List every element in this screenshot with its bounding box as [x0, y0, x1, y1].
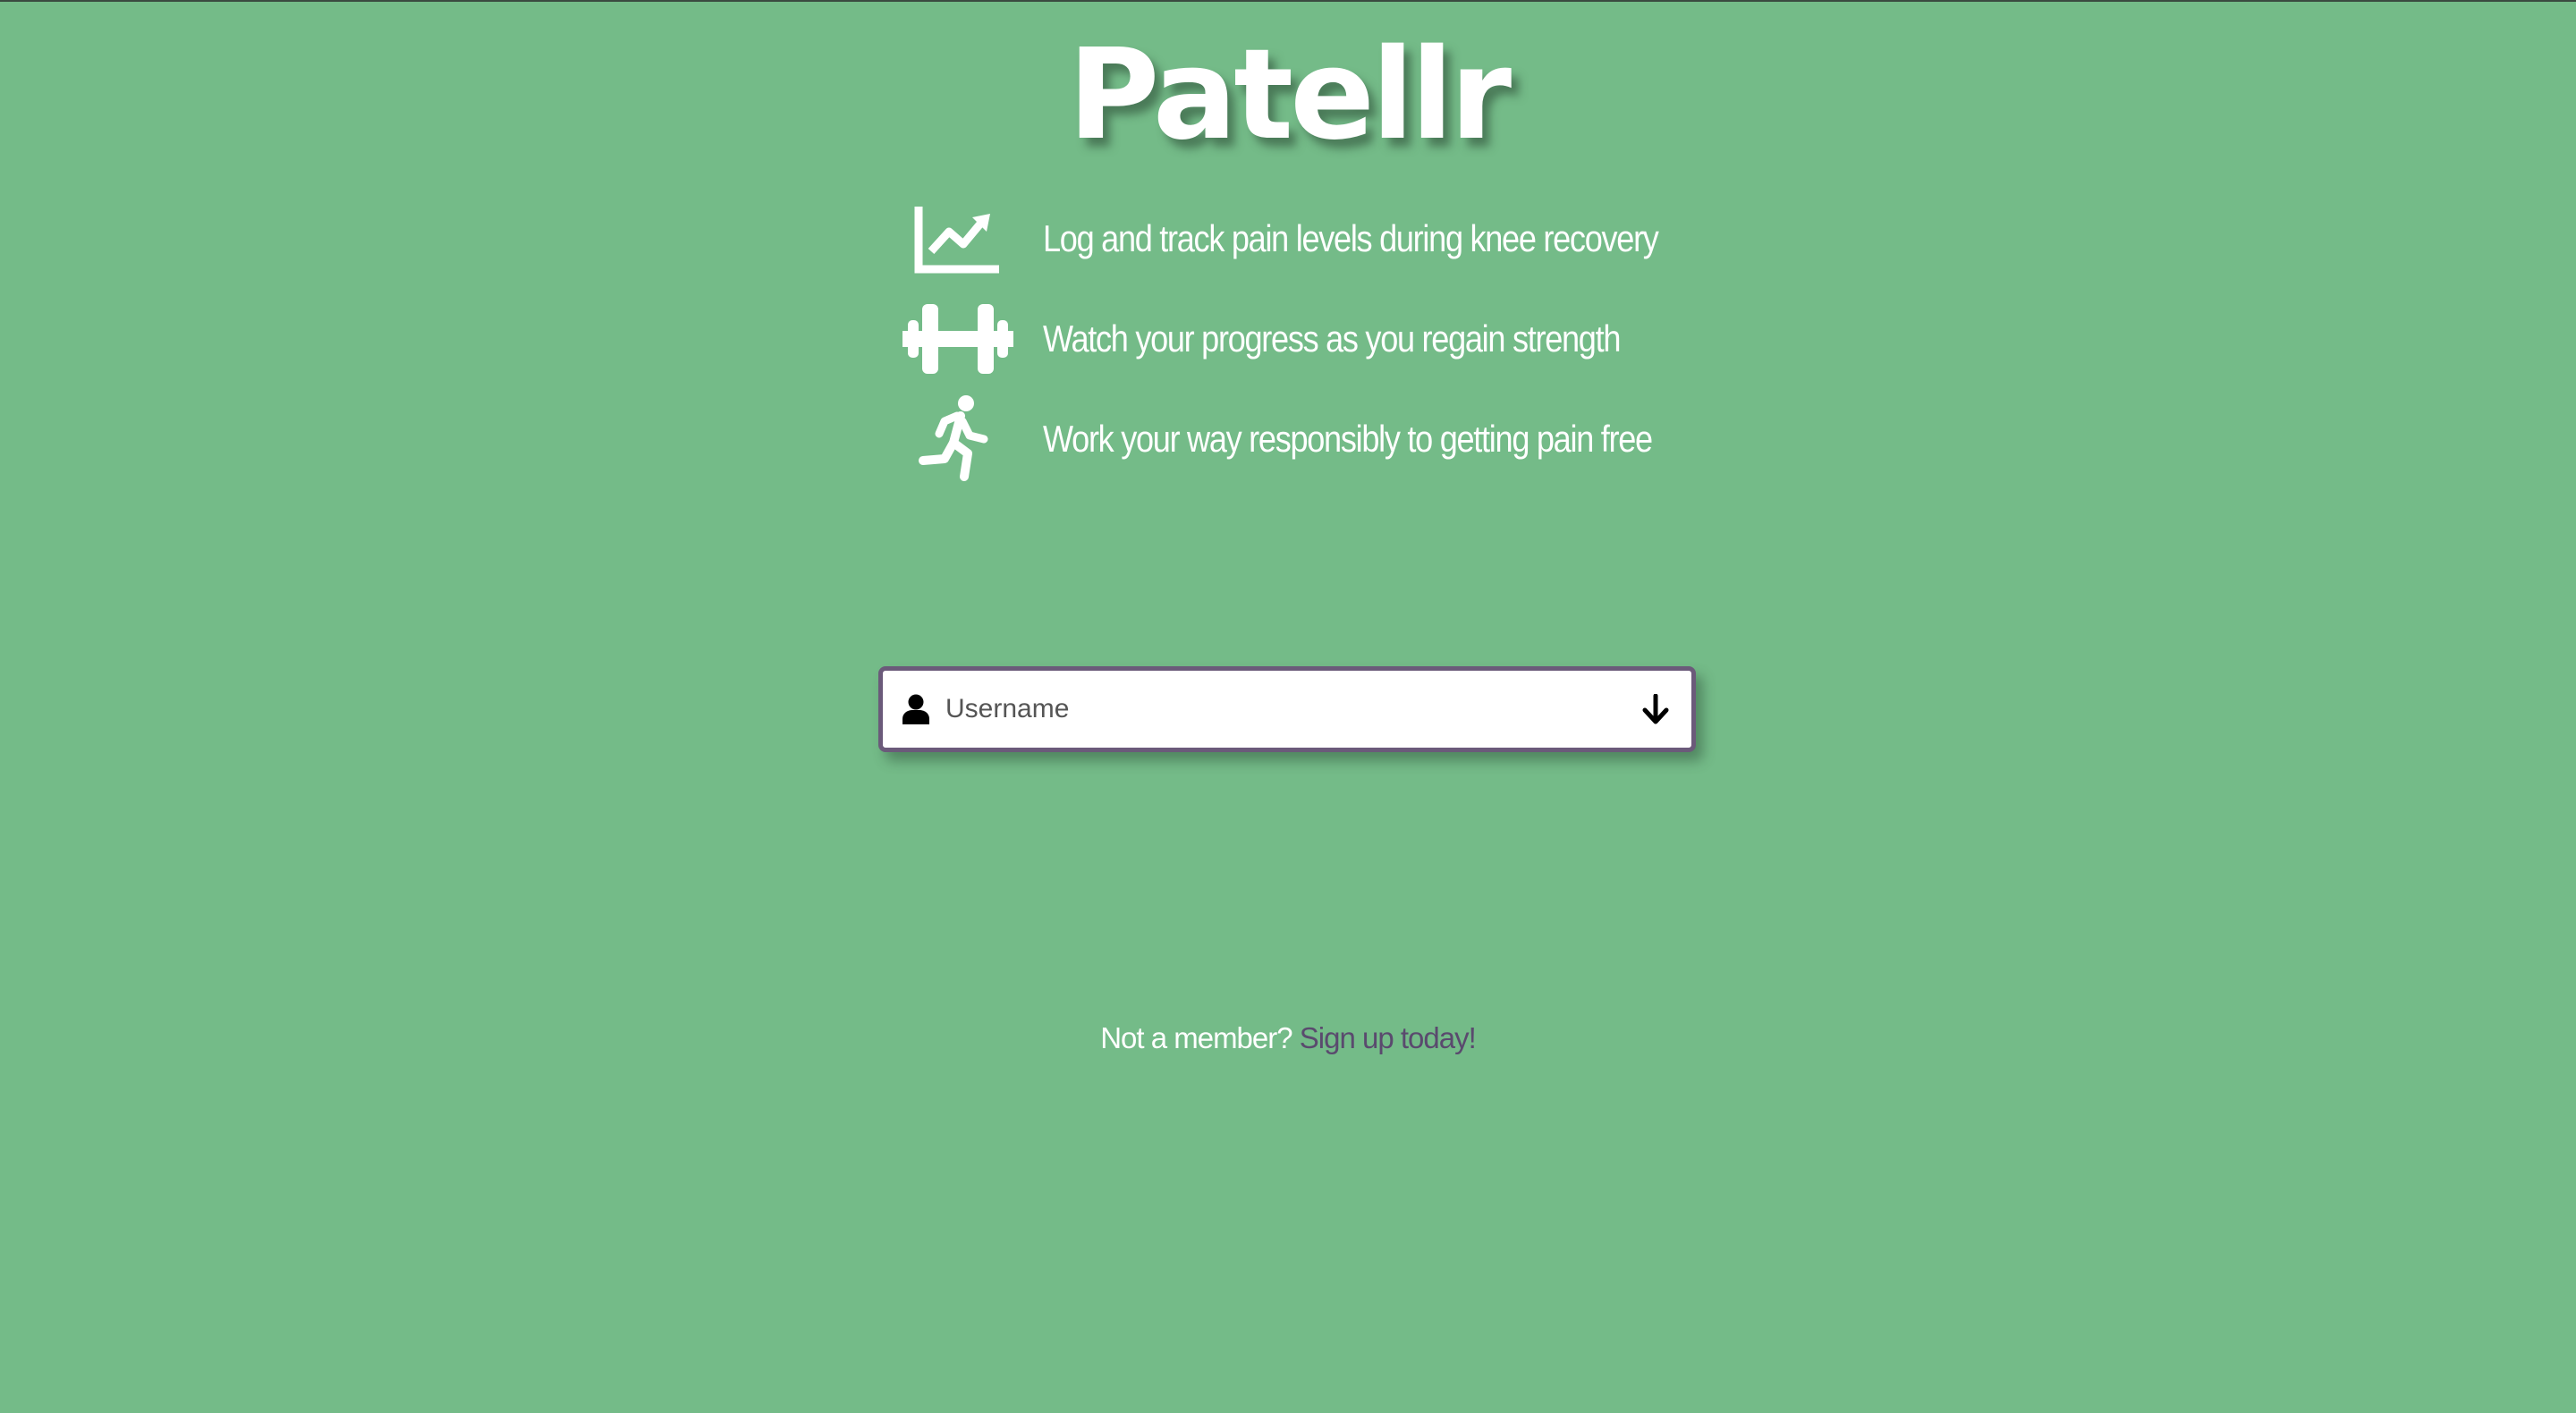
- signup-link[interactable]: Sign up today!: [1300, 1021, 1477, 1054]
- arrow-down-icon[interactable]: [1638, 691, 1674, 727]
- brand-title: Patellr: [1067, 22, 1512, 168]
- feature-text-track: Log and track pain levels during knee re…: [1043, 217, 1659, 259]
- feature-text-strength: Watch your progress as you regain streng…: [1043, 317, 1621, 360]
- feature-item-painfree: Work your way responsibly to getting pai…: [900, 390, 1751, 488]
- feature-text-painfree: Work your way responsibly to getting pai…: [1043, 418, 1653, 460]
- dumbbell-icon: [900, 290, 1016, 388]
- running-icon: [900, 390, 1016, 488]
- username-field-container[interactable]: [878, 666, 1696, 752]
- signup-prompt: Not a member? Sign up today!: [0, 1021, 2576, 1055]
- chart-line-icon: [900, 190, 1016, 288]
- user-icon: [902, 694, 929, 724]
- signup-prompt-text: Not a member?: [1100, 1021, 1292, 1054]
- username-input[interactable]: [945, 682, 1638, 736]
- feature-item-track: Log and track pain levels during knee re…: [900, 190, 1758, 288]
- feature-item-strength: Watch your progress as you regain streng…: [900, 290, 1714, 388]
